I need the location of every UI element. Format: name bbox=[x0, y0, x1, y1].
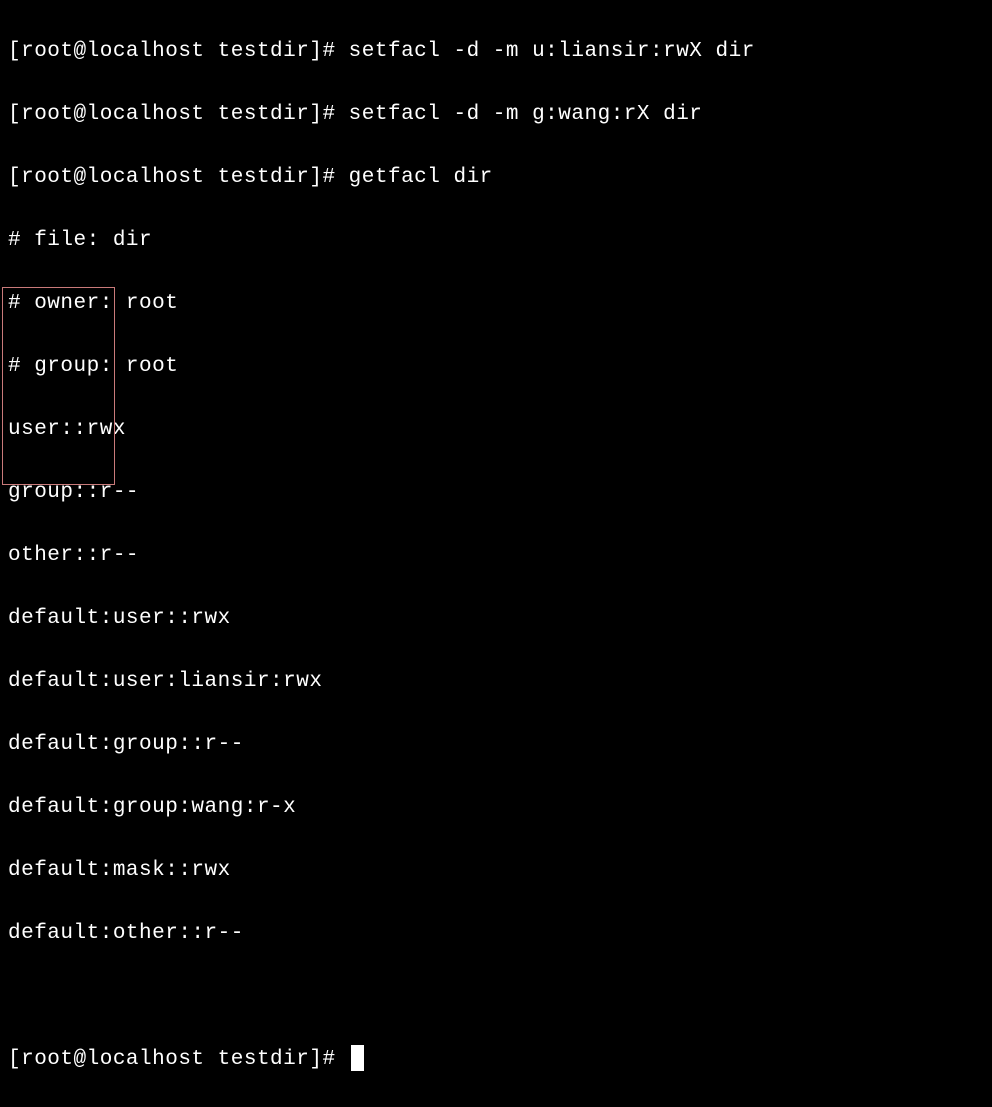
command: setfacl -d -m g:wang:rX dir bbox=[349, 103, 703, 126]
command-line: [root@localhost testdir]# setfacl -d -m … bbox=[8, 36, 984, 68]
output-line: other::r-- bbox=[8, 540, 984, 572]
prompt: [root@localhost testdir]# bbox=[8, 40, 349, 63]
output-line: default:mask::rwx bbox=[8, 855, 984, 887]
prompt: [root@localhost testdir]# bbox=[8, 103, 349, 126]
output-line: default:other::r-- bbox=[8, 918, 984, 950]
command-line: [root@localhost testdir]# getfacl dir bbox=[8, 162, 984, 194]
output-line: default:user::rwx bbox=[8, 603, 984, 635]
output-line: default:group::r-- bbox=[8, 729, 984, 761]
output-line: default:user:liansir:rwx bbox=[8, 666, 984, 698]
output-line: # group: root bbox=[8, 351, 984, 383]
cursor-icon bbox=[351, 1045, 364, 1071]
command: getfacl dir bbox=[349, 166, 493, 189]
prompt: [root@localhost testdir]# bbox=[8, 1048, 349, 1071]
output-line: user::rwx bbox=[8, 414, 984, 446]
command: setfacl -d -m u:liansir:rwX dir bbox=[349, 40, 755, 63]
output-line: # owner: root bbox=[8, 288, 984, 320]
output-line: group::r-- bbox=[8, 477, 984, 509]
blank-line bbox=[8, 981, 984, 1013]
command-line: [root@localhost testdir]# bbox=[8, 1044, 984, 1076]
output-line: default:group:wang:r-x bbox=[8, 792, 984, 824]
prompt: [root@localhost testdir]# bbox=[8, 166, 349, 189]
terminal[interactable]: [root@localhost testdir]# setfacl -d -m … bbox=[8, 4, 984, 1107]
command-line: [root@localhost testdir]# setfacl -d -m … bbox=[8, 99, 984, 131]
output-line: # file: dir bbox=[8, 225, 984, 257]
